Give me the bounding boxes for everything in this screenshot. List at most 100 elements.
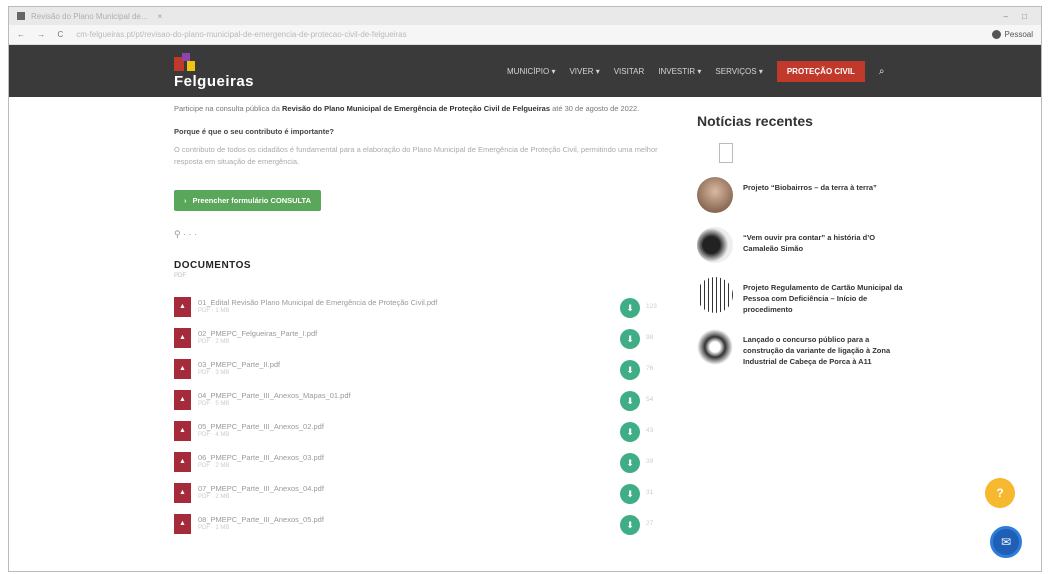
download-icon[interactable]: ⬇ <box>620 329 640 349</box>
download-count: 76 <box>646 365 654 372</box>
download-count: 43 <box>646 427 654 434</box>
pdf-file-icon: ▲ <box>174 452 191 472</box>
intro-suffix: até 30 de agosto de 2022. <box>552 104 640 113</box>
fill-form-label: Preencher formulário CONSULTA <box>192 196 312 205</box>
documents-list: ▲ 01_Edital Revisão Plano Municipal de E… <box>174 297 674 545</box>
address-bar: ← → C cm-felgueiras.pt/pt/revisao-do-pla… <box>9 25 1041 45</box>
download-count: 123 <box>646 303 657 310</box>
document-name[interactable]: 02_PMEPC_Felgueiras_Parte_I.pdf <box>198 329 317 338</box>
list-item[interactable]: ▲ 04_PMEPC_Parte_III_Anexos_Mapas_01.pdf… <box>174 390 674 421</box>
document-meta: PDF · 1 MB <box>198 525 230 531</box>
browser-window: Revisão do Plano Municipal de... × – □ ←… <box>8 6 1042 572</box>
share-icon[interactable]: ⚲ · · · <box>174 229 674 240</box>
document-name[interactable]: 05_PMEPC_Parte_III_Anexos_02.pdf <box>198 422 324 431</box>
list-item[interactable]: ▲ 06_PMEPC_Parte_III_Anexos_03.pdf PDF ·… <box>174 452 674 483</box>
tab-close-icon[interactable]: × <box>158 12 163 21</box>
download-icon[interactable]: ⬇ <box>620 360 640 380</box>
pdf-file-icon: ▲ <box>174 421 191 441</box>
document-name[interactable]: 03_PMEPC_Parte_II.pdf <box>198 360 280 369</box>
nav-item-visitar[interactable]: VISITAR <box>614 67 645 76</box>
download-icon[interactable]: ⬇ <box>620 515 640 535</box>
news-placeholder-box <box>719 143 733 163</box>
protecao-civil-button[interactable]: PROTEÇÃO CIVIL <box>776 61 865 82</box>
news-title[interactable]: Projeto Regulamento de Cartão Municipal … <box>743 277 907 315</box>
pdf-file-icon: ▲ <box>174 483 191 503</box>
recent-news-title: Notícias recentes <box>697 113 813 129</box>
main-column: Participe na consulta pública da Revisão… <box>174 97 674 545</box>
news-thumbnail <box>697 177 733 213</box>
download-count: 98 <box>646 334 654 341</box>
news-thumbnail <box>697 329 733 365</box>
document-meta: PDF · 5 MB <box>198 401 230 407</box>
url-field[interactable]: cm-felgueiras.pt/pt/revisao-do-plano-mun… <box>76 30 991 39</box>
profile-label: Pessoal <box>1004 30 1033 39</box>
list-item[interactable]: ▲ 02_PMEPC_Felgueiras_Parte_I.pdf PDF · … <box>174 328 674 359</box>
news-thumbnail <box>697 227 733 263</box>
logo-text: Felgueiras <box>174 72 255 90</box>
list-item[interactable]: ▲ 01_Edital Revisão Plano Municipal de E… <box>174 297 674 328</box>
window-controls[interactable]: – □ <box>1003 12 1033 21</box>
explanation-paragraph: O contributo de todos os cidadãos é fund… <box>174 145 658 166</box>
site-header: Felgueiras MUNICÍPIO ▾ VIVER ▾ VISITAR I… <box>9 45 1041 97</box>
list-item[interactable]: ▲ 08_PMEPC_Parte_III_Anexos_05.pdf PDF ·… <box>174 514 674 545</box>
document-name[interactable]: 07_PMEPC_Parte_III_Anexos_04.pdf <box>198 484 324 493</box>
document-meta: PDF · 2 MB <box>198 494 230 500</box>
nav-buttons[interactable]: ← → C <box>17 30 68 39</box>
download-icon[interactable]: ⬇ <box>620 484 640 504</box>
document-name[interactable]: 06_PMEPC_Parte_III_Anexos_03.pdf <box>198 453 324 462</box>
intro-text: Participe na consulta pública da Revisão… <box>174 103 674 115</box>
favicon-icon <box>17 12 25 20</box>
download-count: 39 <box>646 458 654 465</box>
download-icon[interactable]: ⬇ <box>620 298 640 318</box>
document-name[interactable]: 08_PMEPC_Parte_III_Anexos_05.pdf <box>198 515 324 524</box>
avatar <box>991 30 1001 39</box>
browser-tab[interactable]: Revisão do Plano Municipal de... <box>31 12 148 21</box>
document-meta: PDF · 2 MB <box>198 339 230 345</box>
nav-item-viver[interactable]: VIVER ▾ <box>569 67 599 76</box>
chat-button[interactable]: ✉ <box>990 526 1022 558</box>
document-meta: PDF · 1 MB <box>198 308 230 314</box>
news-item[interactable]: “Vem ouvir pra contar” a história d’O Ca… <box>697 227 907 263</box>
list-item[interactable]: ▲ 07_PMEPC_Parte_III_Anexos_04.pdf PDF ·… <box>174 483 674 514</box>
download-count: 54 <box>646 396 654 403</box>
pdf-file-icon: ▲ <box>174 297 191 317</box>
document-meta: PDF · 4 MB <box>198 432 230 438</box>
search-icon[interactable]: ⌕ <box>879 66 885 77</box>
document-name[interactable]: 01_Edital Revisão Plano Municipal de Eme… <box>198 298 437 307</box>
arrow-icon: › <box>184 196 187 205</box>
news-title[interactable]: “Vem ouvir pra contar” a história d’O Ca… <box>743 227 907 254</box>
news-item[interactable]: Lançado o concurso público para a constr… <box>697 329 907 367</box>
news-item[interactable]: Projeto “Biobairros – da terra à terra” <box>697 177 907 213</box>
pdf-file-icon: ▲ <box>174 514 191 534</box>
document-meta: PDF · 2 MB <box>198 463 230 469</box>
nav-item-servicos[interactable]: SERVIÇOS ▾ <box>715 67 762 76</box>
pdf-file-icon: ▲ <box>174 328 191 348</box>
download-icon[interactable]: ⬇ <box>620 391 640 411</box>
intro-bold-2: Felgueiras <box>512 104 551 113</box>
list-item[interactable]: ▲ 03_PMEPC_Parte_II.pdf PDF · 3 MB ⬇ 76 <box>174 359 674 390</box>
recent-news-sidebar: Notícias recentes Projeto “Biobairros – … <box>697 97 907 367</box>
list-item[interactable]: ▲ 05_PMEPC_Parte_III_Anexos_02.pdf PDF ·… <box>174 421 674 452</box>
main-nav: MUNICÍPIO ▾ VIVER ▾ VISITAR INVESTIR ▾ S… <box>507 61 884 82</box>
download-count: 31 <box>646 489 654 496</box>
document-name[interactable]: 04_PMEPC_Parte_III_Anexos_Mapas_01.pdf <box>198 391 351 400</box>
question-heading: Porque é que o seu contributo é importan… <box>174 127 335 136</box>
help-button[interactable]: ? <box>985 478 1015 508</box>
profile-button[interactable]: Pessoal <box>991 30 1033 39</box>
intro-bold: Revisão do Plano Municipal de Emergência… <box>282 104 511 113</box>
fill-form-button[interactable]: › Preencher formulário CONSULTA <box>174 190 321 211</box>
pdf-file-icon: ▲ <box>174 359 191 379</box>
site-logo[interactable]: Felgueiras <box>174 52 255 90</box>
nav-item-municipio[interactable]: MUNICÍPIO ▾ <box>507 67 555 76</box>
documents-title: DOCUMENTOS <box>174 260 252 271</box>
logo-mark-icon <box>174 52 196 71</box>
tab-bar: Revisão do Plano Municipal de... × – □ <box>9 7 1041 25</box>
news-item[interactable]: Projeto Regulamento de Cartão Municipal … <box>697 277 907 315</box>
download-icon[interactable]: ⬇ <box>620 453 640 473</box>
news-title[interactable]: Lançado o concurso público para a constr… <box>743 329 907 367</box>
download-icon[interactable]: ⬇ <box>620 422 640 442</box>
download-count: 27 <box>646 520 654 527</box>
documents-subtitle: PDF <box>174 273 186 279</box>
nav-item-investir[interactable]: INVESTIR ▾ <box>658 67 701 76</box>
news-title[interactable]: Projeto “Biobairros – da terra à terra” <box>743 177 877 193</box>
